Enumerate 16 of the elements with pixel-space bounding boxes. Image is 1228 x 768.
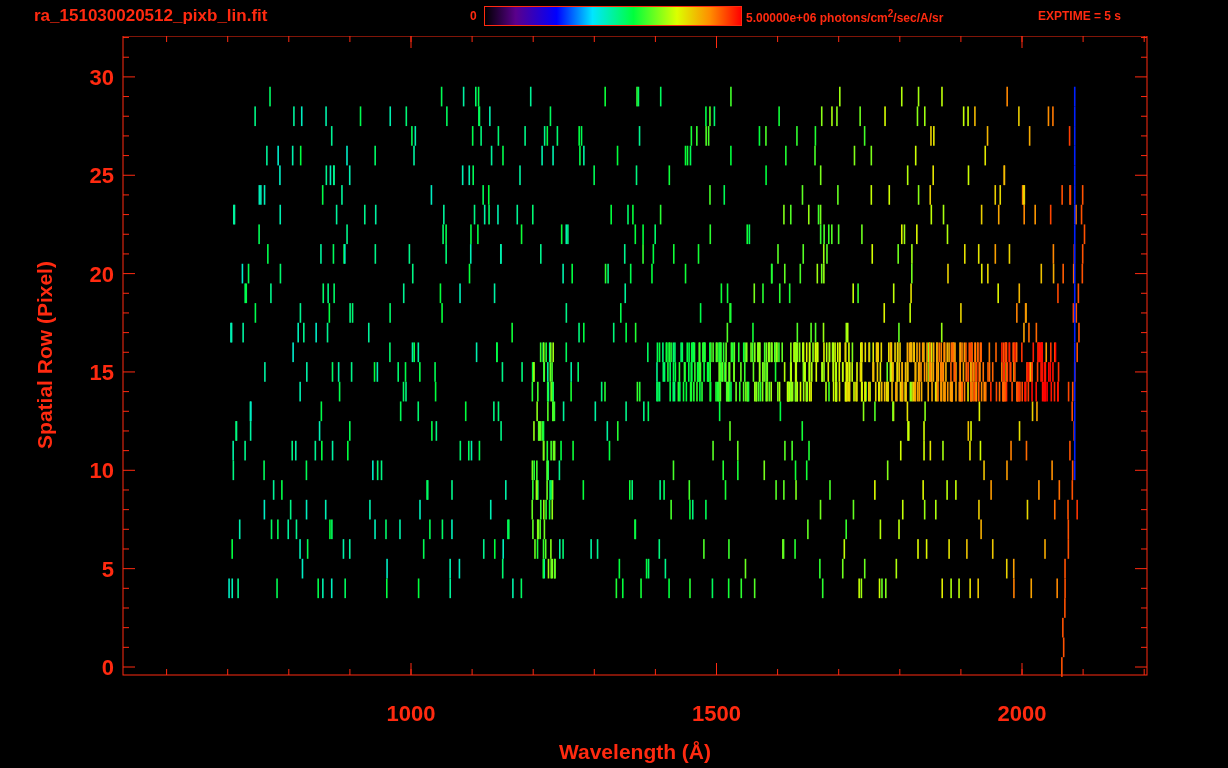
y-tick-label: 25	[89, 163, 114, 189]
colorbar-min-label: 0	[470, 9, 478, 23]
x-axis-label: Wavelength (Å)	[558, 740, 712, 763]
y-tick-label: 0	[101, 655, 114, 680]
y-tick-label: 5	[101, 556, 114, 582]
y-tick-label: 10	[89, 458, 114, 484]
file-name: ra_151030020512_pixb_lin.fit	[34, 6, 269, 26]
x-tick-label: 1000	[386, 701, 436, 726]
y-tick-label: 20	[89, 261, 114, 287]
colorbar-max-label: 5.00000e+06 photons/cm$^{2}$/sec/A/sr	[746, 7, 945, 25]
x-tick-label: 2000	[997, 701, 1047, 726]
y-tick-label: 30	[89, 64, 114, 90]
x-tick-label: 1500	[692, 701, 741, 726]
y-tick-label: 15	[89, 359, 114, 385]
exposure-time: EXPTIME = 5 s	[1038, 9, 1122, 23]
y-axis-label: Spatial Row (Pixel)	[33, 261, 56, 449]
